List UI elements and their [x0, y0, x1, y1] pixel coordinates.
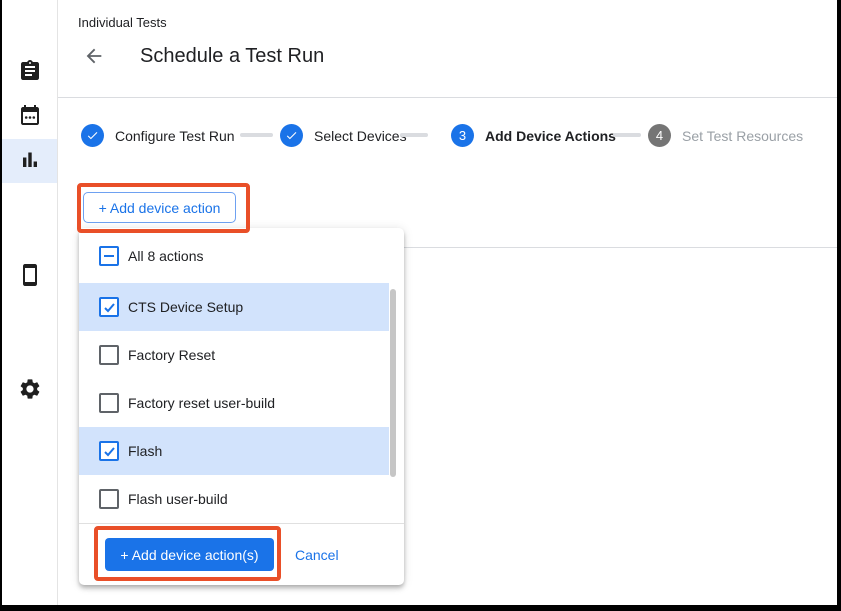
option-label: CTS Device Setup — [128, 299, 243, 315]
sidebar — [2, 0, 58, 605]
stepper-step-set-test-resources[interactable]: 4 Set Test Resources — [648, 124, 803, 147]
header-divider — [58, 97, 837, 98]
option-factory-reset[interactable]: Factory Reset — [79, 331, 389, 379]
page-title: Schedule a Test Run — [140, 44, 324, 69]
stepper-connector — [400, 133, 428, 137]
gear-icon — [18, 377, 42, 404]
option-checkbox[interactable] — [99, 345, 119, 365]
option-cts-device-setup[interactable]: CTS Device Setup — [79, 283, 389, 331]
option-checkbox[interactable] — [99, 489, 119, 509]
step-label: Select Devices — [314, 128, 407, 144]
step-number-badge: 4 — [648, 124, 671, 147]
option-factory-reset-user-build[interactable]: Factory reset user-build — [79, 379, 389, 427]
stepper-step-add-device-actions[interactable]: 3 Add Device Actions — [451, 124, 616, 147]
option-label: Factory reset user-build — [128, 395, 275, 411]
sidebar-item-test-plans[interactable] — [2, 50, 57, 94]
option-flash[interactable]: Flash — [79, 427, 389, 475]
back-arrow-icon[interactable] — [82, 45, 106, 69]
smartphone-icon — [18, 263, 42, 290]
step-check-icon — [280, 124, 303, 147]
option-checkbox[interactable] — [99, 297, 119, 317]
stepper-step-select-devices[interactable]: Select Devices — [280, 124, 407, 147]
step-number-badge: 3 — [451, 124, 474, 147]
add-device-action-button[interactable]: + Add device action — [83, 192, 236, 223]
section-divider — [403, 247, 837, 248]
sidebar-item-settings[interactable] — [2, 368, 57, 412]
device-action-options: CTS Device Setup Factory Reset Factory r… — [79, 283, 404, 523]
device-actions-dropdown: All 8 actions CTS Device Setup Factory R… — [79, 228, 404, 585]
dropdown-footer: + Add device action(s) Cancel — [79, 523, 404, 585]
option-flash-user-build[interactable]: Flash user-build — [79, 475, 389, 523]
clipboard-icon — [18, 59, 42, 86]
add-device-actions-submit-button[interactable]: + Add device action(s) — [105, 538, 274, 571]
dropdown-scrollbar[interactable] — [390, 289, 396, 477]
cancel-link[interactable]: Cancel — [295, 547, 339, 563]
step-check-icon — [81, 124, 104, 147]
select-all-label: All 8 actions — [128, 248, 203, 264]
stepper-step-configure-test-run[interactable]: Configure Test Run — [81, 124, 235, 147]
stepper-connector — [613, 133, 641, 137]
breadcrumb: Individual Tests — [78, 15, 167, 30]
step-label: Add Device Actions — [485, 128, 616, 144]
stepper-connector — [240, 133, 273, 137]
select-all-row[interactable]: All 8 actions — [79, 228, 404, 283]
bar-chart-icon — [18, 148, 42, 175]
sidebar-item-schedules[interactable] — [2, 94, 57, 138]
sidebar-item-devices[interactable] — [2, 254, 57, 298]
calendar-icon — [18, 103, 42, 130]
step-label: Set Test Resources — [682, 128, 803, 144]
option-checkbox[interactable] — [99, 441, 119, 461]
option-checkbox[interactable] — [99, 393, 119, 413]
option-label: Factory Reset — [128, 347, 215, 363]
main-canvas: Individual Tests Schedule a Test Run Con… — [2, 0, 837, 605]
select-all-checkbox[interactable] — [99, 246, 119, 266]
app-window: Individual Tests Schedule a Test Run Con… — [0, 0, 841, 611]
option-label: Flash — [128, 443, 162, 459]
option-label: Flash user-build — [128, 491, 228, 507]
sidebar-item-test-results[interactable] — [2, 139, 57, 183]
step-label: Configure Test Run — [115, 128, 235, 144]
